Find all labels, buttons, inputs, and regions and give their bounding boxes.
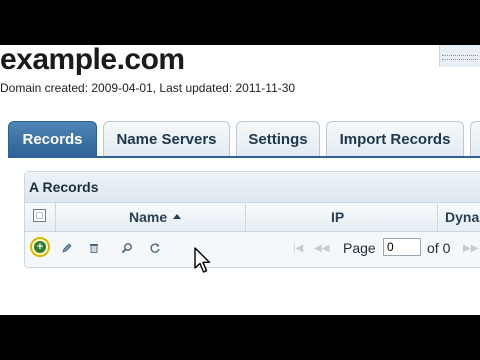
tab-import-records[interactable]: Import Records	[326, 121, 464, 156]
refresh-icon	[150, 243, 160, 253]
delete-icon	[90, 244, 98, 253]
select-all-checkbox[interactable]	[33, 209, 46, 222]
thumbnail-image	[439, 45, 480, 67]
edit-record-button[interactable]	[57, 238, 77, 258]
tab-bar: Records Name Servers Settings Import Rec…	[8, 121, 480, 157]
domain-title: example.com	[0, 45, 185, 76]
panel-title: A Records	[29, 179, 99, 195]
tab-records[interactable]: Records	[8, 121, 97, 156]
column-divider	[55, 203, 56, 231]
domain-meta: Domain created: 2009-04-01, Last updated…	[0, 81, 296, 95]
page-number-input[interactable]	[383, 238, 421, 256]
mouse-cursor-icon	[194, 247, 211, 273]
first-page-icon[interactable]: |◀	[293, 243, 303, 254]
next-page-icon[interactable]: ▶▶	[463, 243, 478, 254]
tab-divider	[8, 156, 480, 158]
page-count: of 0	[427, 240, 451, 256]
refresh-button[interactable]	[145, 238, 165, 258]
column-header-dynamic[interactable]: Dyna	[445, 209, 479, 225]
search-icon	[121, 243, 132, 254]
column-header-row: Name IP Dyna	[25, 203, 480, 232]
column-header-name[interactable]: Name	[129, 209, 182, 225]
column-header-name-label: Name	[129, 209, 168, 225]
page-label: Page	[343, 240, 376, 256]
add-icon: +	[34, 241, 46, 253]
prev-page-icon[interactable]: ◀◀	[314, 243, 329, 254]
tab-settings[interactable]: Settings	[236, 121, 320, 156]
delete-record-button[interactable]	[84, 238, 104, 258]
sort-ascending-icon	[173, 213, 182, 219]
column-header-ip[interactable]: IP	[331, 209, 344, 225]
tab-overflow[interactable]	[470, 121, 480, 156]
column-divider	[437, 203, 438, 231]
records-toolbar: + |◀ ◀◀ Page of 0 ▶▶	[25, 232, 480, 265]
panel-header: A Records	[25, 172, 480, 203]
tab-name-servers[interactable]: Name Servers	[103, 121, 230, 156]
a-records-panel: A Records Name IP Dyna + |◀ ◀◀ Page 0 of…	[24, 171, 480, 268]
add-record-button[interactable]: +	[30, 237, 50, 257]
edit-icon	[62, 243, 72, 253]
page-screen: example.com Domain created: 2009-04-01, …	[0, 45, 480, 315]
column-divider	[245, 203, 246, 231]
search-record-button[interactable]	[117, 238, 137, 258]
